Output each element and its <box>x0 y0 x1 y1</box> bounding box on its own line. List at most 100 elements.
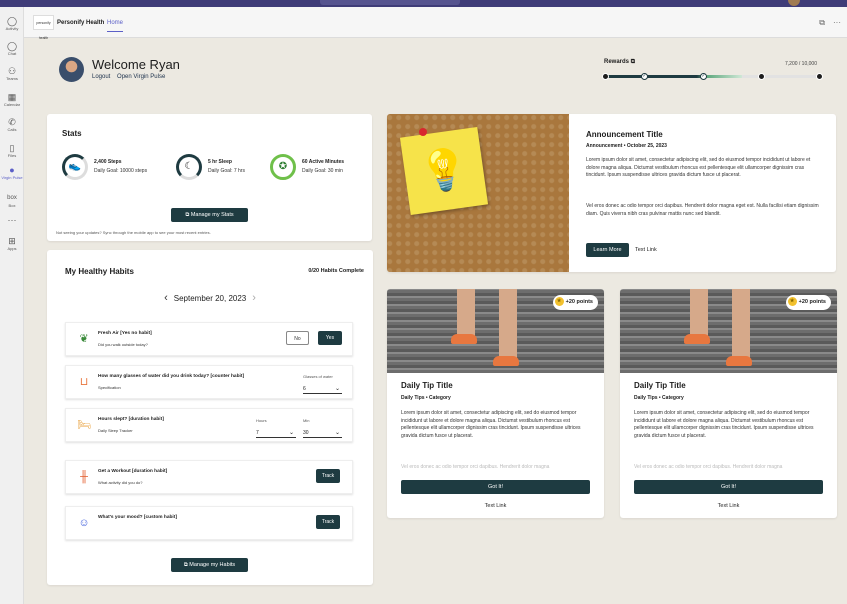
daily-tip-card: ★ +20 points Daily Tip Title Daily Tips •… <box>387 289 604 518</box>
sync-note: Not seeing your updates? Sync through th… <box>56 230 211 235</box>
external-link-icon: ⧉ <box>630 59 635 65</box>
calls-icon: ✆ <box>8 117 16 127</box>
tip-image: ★ +20 points <box>387 289 604 373</box>
rail-item-teams[interactable]: ⚇ Teams <box>0 66 24 81</box>
running-person-icon: ✪ <box>270 154 296 180</box>
track-button[interactable]: Track <box>316 515 340 529</box>
got-it-button[interactable]: Got It! <box>401 480 590 494</box>
glass-icon: ⊔ <box>79 376 89 388</box>
lightbulb-icon: 💡 <box>399 126 489 216</box>
announcement-meta: Announcement • October 25, 2023 <box>586 143 667 149</box>
chevron-right-icon[interactable]: › <box>252 292 256 304</box>
coin-icon: ★ <box>554 297 564 307</box>
leaf-icon: ❦ <box>79 333 89 345</box>
personify-logo: personify health <box>33 15 54 40</box>
rewards-value: 7,200 / 10,000 <box>785 61 817 67</box>
habit-date: September 20, 2023 <box>173 294 247 303</box>
tip-title: Daily Tip Title <box>634 381 686 390</box>
habit-row-mood: ☺ What's your mood? [custom habit] Track <box>65 506 353 540</box>
rail-item-more[interactable]: ··· <box>0 215 24 225</box>
announcement-text-link[interactable]: Text Link <box>635 247 657 253</box>
rail-item-virgin-pulse[interactable]: ● Virgin Pulse <box>0 165 24 180</box>
rewards-link[interactable]: Rewards ⧉ <box>604 59 635 66</box>
rail-item-apps[interactable]: ⊞ Apps <box>0 236 24 251</box>
moon-icon: ☾ <box>176 154 202 180</box>
tip-meta: Daily Tips • Category <box>401 395 451 401</box>
stats-card: Stats 👟 2,400 Steps Daily Goal: 10000 st… <box>47 114 372 241</box>
milestone-check-icon: ✓ <box>641 73 648 80</box>
rail-item-calendar[interactable]: ▦ Calendar <box>0 92 24 107</box>
tip-image: ★ +20 points <box>620 289 837 373</box>
rail-item-files[interactable]: ▯ Files <box>0 143 24 158</box>
files-icon: ▯ <box>9 143 15 153</box>
stat-sleep: ☾ 5 hr Sleep Daily Goal: 7 hrs <box>176 154 261 182</box>
announcement-card: 💡 Announcement Title Announcement • Octo… <box>387 114 836 272</box>
teams-title-bar <box>0 0 847 7</box>
tip-body-faded: Vel eros donec ac odio tempor orci dapib… <box>634 464 783 470</box>
logout-link[interactable]: Logout <box>92 74 110 80</box>
chevron-left-icon[interactable]: ‹ <box>164 292 168 304</box>
tip-text-link[interactable]: Text Link <box>620 503 837 509</box>
chevron-down-icon: ⌄ <box>334 430 340 436</box>
profile-avatar[interactable] <box>788 0 800 6</box>
app-name: Personify Health <box>57 20 105 26</box>
stat-active-minutes: ✪ 60 Active Minutes Daily Goal: 30 min <box>270 154 365 182</box>
app-header: personify health Personify Health Home ⧉… <box>24 7 847 40</box>
habit-row-workout: ╫ Get a Workout [duration habit] What ac… <box>65 460 353 494</box>
habits-count: 0/20 Habits Complete <box>308 268 364 274</box>
more-icon: ··· <box>7 215 17 225</box>
virgin-pulse-icon: ● <box>9 165 15 175</box>
tip-body: Lorem ipsum dolor sit amet, consectetur … <box>634 410 814 439</box>
popout-icon[interactable]: ⧉ <box>819 18 825 27</box>
shoe-icon: 👟 <box>62 154 88 180</box>
tab-home[interactable]: Home <box>107 20 124 32</box>
announcement-title: Announcement Title <box>586 130 663 139</box>
habits-title: My Healthy Habits <box>65 267 134 276</box>
external-link-icon: ⧉ <box>185 212 190 218</box>
daily-tip-card: ★ +20 points Daily Tip Title Daily Tips •… <box>620 289 837 518</box>
rewards-progress-bar: ✓ ✓ <box>602 73 823 80</box>
tip-text-link[interactable]: Text Link <box>387 503 604 509</box>
box-icon: box <box>7 195 17 201</box>
hours-dropdown[interactable]: 7 ⌄ <box>256 429 296 438</box>
stats-title: Stats <box>62 129 82 138</box>
yes-button[interactable]: Yes <box>318 331 342 345</box>
tip-meta: Daily Tips • Category <box>634 395 684 401</box>
manage-habits-button[interactable]: ⧉ Manage my Habits <box>171 558 248 572</box>
points-badge: ★ +20 points <box>552 295 598 310</box>
more-options-icon[interactable]: ··· <box>833 18 841 27</box>
teams-icon: ⚇ <box>7 66 17 76</box>
bed-icon: 🛏 <box>77 419 91 431</box>
bell-icon: ◯ <box>6 16 18 26</box>
announcement-image: 💡 <box>387 114 569 272</box>
milestone-check-icon: ✓ <box>700 73 707 80</box>
announcement-body-2: Vel eros donec ac odio tempor orci dapib… <box>586 203 819 217</box>
minutes-dropdown[interactable]: 30 ⌄ <box>303 429 342 438</box>
habits-card: My Healthy Habits 0/20 Habits Complete ‹… <box>47 250 373 585</box>
manage-stats-button[interactable]: ⧉ Manage my Stats <box>171 208 248 222</box>
account-links: Logout Open Virgin Pulse <box>92 74 170 80</box>
pin-icon <box>419 128 427 136</box>
coin-icon: ★ <box>787 297 797 307</box>
rail-item-box[interactable]: box Box <box>0 193 24 208</box>
got-it-button[interactable]: Got It! <box>634 480 823 494</box>
track-button[interactable]: Track <box>316 469 340 483</box>
apps-icon: ⊞ <box>8 236 16 246</box>
habit-row-fresh-air: ❦ Fresh Air [Yes no habit] Did you walk … <box>65 322 353 356</box>
rail-item-chat[interactable]: ◯ Chat <box>0 41 24 56</box>
smiley-icon: ☺ <box>78 517 90 529</box>
welcome-heading: Welcome Ryan <box>92 57 180 72</box>
no-button[interactable]: No <box>286 331 309 345</box>
open-virgin-pulse-link[interactable]: Open Virgin Pulse <box>117 74 165 80</box>
rail-item-activity[interactable]: ◯ Activity <box>0 16 24 31</box>
rail-item-calls[interactable]: ✆ Calls <box>0 117 24 132</box>
learn-more-button[interactable]: Learn More <box>586 243 629 257</box>
habit-row-sleep: 🛏 Hours slept? [duration habit] Daily Sl… <box>65 408 353 442</box>
search-box[interactable] <box>320 0 460 5</box>
glasses-dropdown[interactable]: 6 ⌄ <box>303 385 342 394</box>
user-avatar <box>59 57 84 82</box>
announcement-body: Lorem ipsum dolor sit amet, consectetur … <box>586 157 811 178</box>
stat-steps: 👟 2,400 Steps Daily Goal: 10000 steps <box>62 154 162 182</box>
tip-title: Daily Tip Title <box>401 381 453 390</box>
date-navigator: ‹ September 20, 2023 › <box>47 292 373 304</box>
